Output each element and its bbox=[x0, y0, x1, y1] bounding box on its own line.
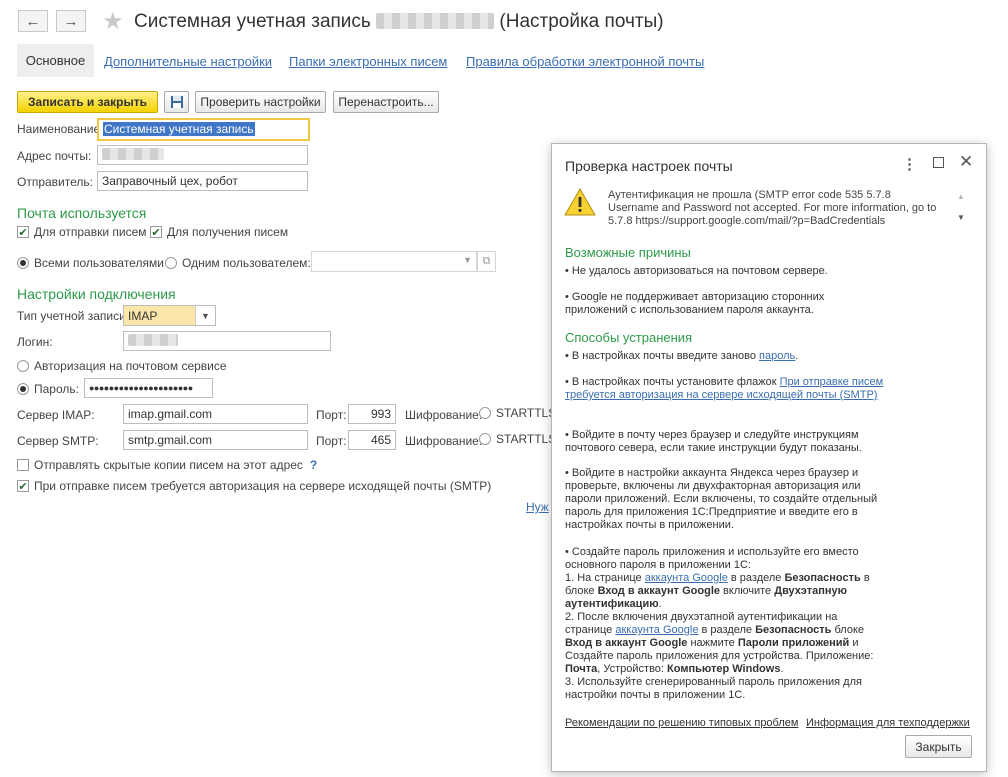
reconfigure-button[interactable]: Перенастроить... bbox=[333, 91, 439, 113]
fix-2: • В настройках почты установите флажок П… bbox=[565, 376, 884, 401]
check-settings-button[interactable]: Проверить настройки bbox=[195, 91, 326, 113]
user-select[interactable]: ▼ bbox=[311, 251, 477, 272]
password-link[interactable]: пароль bbox=[759, 350, 795, 362]
tab-additional-settings[interactable]: Дополнительные настройки bbox=[104, 54, 272, 69]
open-window-icon: ⧉ bbox=[482, 255, 491, 267]
name-label: Наименование: bbox=[17, 122, 104, 136]
dropdown-arrow-icon[interactable]: ▼ bbox=[463, 255, 472, 265]
checkbox-checked-icon[interactable]: ✔ bbox=[17, 226, 29, 239]
hidden-copies-option[interactable]: Отправлять скрытые копии писем на этот а… bbox=[17, 458, 317, 472]
tab-email-folders[interactable]: Папки электронных писем bbox=[289, 54, 447, 69]
dialog-title: Проверка настроек почты bbox=[565, 158, 733, 174]
fix-4: • Войдите в настройки аккаунта Яндекса ч… bbox=[565, 467, 878, 531]
smtp-port-input[interactable]: 465 bbox=[348, 430, 396, 450]
redacted-login bbox=[128, 334, 178, 346]
sender-input[interactable]: Заправочный цех, робот bbox=[97, 171, 308, 191]
fix-3: • Войдите в почту через браузер и следуй… bbox=[565, 429, 862, 454]
checkbox-checked-icon[interactable]: ✔ bbox=[17, 480, 29, 493]
radio-empty-icon[interactable] bbox=[165, 257, 177, 269]
close-button[interactable]: Закрыть bbox=[905, 735, 972, 758]
fix-5-intro: • Создайте пароль приложения и используй… bbox=[565, 546, 859, 571]
imap-label: Сервер IMAP: bbox=[17, 408, 95, 422]
smtp-port-label: Порт: bbox=[316, 434, 347, 448]
forward-button[interactable]: → bbox=[56, 10, 86, 32]
google-account-link[interactable]: аккаунта Google bbox=[645, 572, 728, 584]
imap-port-input[interactable]: 993 bbox=[348, 404, 396, 424]
back-button[interactable]: ← bbox=[18, 10, 48, 32]
radio-empty-icon[interactable] bbox=[17, 360, 29, 372]
email-label: Адрес почты: bbox=[17, 149, 92, 163]
password-input[interactable]: ●●●●●●●●●●●●●●●●●●●●● bbox=[84, 378, 213, 398]
fix-1: • В настройках почты введите заново паро… bbox=[565, 350, 799, 362]
radio-selected-icon[interactable] bbox=[17, 383, 29, 395]
fix-5-step-3: 3. Используйте сгенерированный пароль пр… bbox=[565, 676, 862, 701]
title-suffix: (Настройка почты) bbox=[499, 11, 664, 32]
window-title: Системная учетная запись (Настройка почт… bbox=[134, 11, 664, 33]
all-users-option[interactable]: Всеми пользователями bbox=[17, 256, 164, 270]
partial-link[interactable]: Нуж bbox=[526, 500, 549, 514]
mail-check-dialog: Проверка настроек почты ⋮ ✕ Аутентификац… bbox=[551, 143, 987, 772]
account-type-select[interactable]: IMAP ▼ bbox=[123, 305, 216, 326]
imap-port-label: Порт: bbox=[316, 408, 347, 422]
typical-problems-link[interactable]: Рекомендации по решению типовых проблем bbox=[565, 717, 798, 730]
redacted-email bbox=[102, 148, 164, 160]
auth-service-option[interactable]: Авторизация на почтовом сервисе bbox=[17, 359, 227, 373]
title-prefix: Системная учетная запись bbox=[134, 11, 371, 32]
imap-encryption-label: Шифрование: bbox=[405, 408, 483, 422]
scroll-down-icon[interactable]: ▼ bbox=[957, 213, 965, 222]
cause-2: • Google не поддерживает авторизацию сто… bbox=[565, 291, 825, 316]
google-account-link[interactable]: аккаунта Google bbox=[615, 624, 698, 636]
smtp-encryption-label: Шифрование: bbox=[405, 434, 483, 448]
smtp-label: Сервер SMTP: bbox=[17, 434, 99, 448]
floppy-disk-icon bbox=[170, 96, 183, 108]
dropdown-arrow-icon[interactable]: ▼ bbox=[195, 306, 215, 325]
redacted-account-name bbox=[376, 13, 495, 29]
error-message: Аутентификация не прошла (SMTP error cod… bbox=[608, 189, 937, 227]
arrow-left-icon: ← bbox=[25, 12, 41, 30]
one-user-option[interactable]: Одним пользователем: bbox=[165, 256, 311, 270]
radio-empty-icon[interactable] bbox=[479, 433, 491, 445]
fix-5-step-2: 2. После включения двухэтапной аутентифи… bbox=[565, 611, 874, 675]
name-input-value: Системная учетная запись bbox=[103, 122, 255, 136]
checkbox-empty-icon[interactable] bbox=[17, 459, 29, 471]
imap-server-input[interactable]: imap.gmail.com bbox=[123, 404, 308, 424]
email-input[interactable] bbox=[97, 145, 308, 165]
connection-section-header: Настройки подключения bbox=[17, 286, 176, 302]
checkbox-checked-icon[interactable]: ✔ bbox=[150, 226, 162, 239]
fix-5-step-1: 1. На странице аккаунта Google в разделе… bbox=[565, 572, 870, 610]
causes-header: Возможные причины bbox=[565, 245, 691, 260]
save-and-close-button[interactable]: Записать и закрыть bbox=[17, 91, 158, 113]
password-option[interactable]: Пароль: bbox=[17, 382, 79, 396]
smtp-starttls-option[interactable]: STARTTLS bbox=[479, 432, 556, 446]
radio-empty-icon[interactable] bbox=[479, 407, 491, 419]
tab-email-rules[interactable]: Правила обработки электронной почты bbox=[466, 54, 704, 69]
name-input[interactable]: Системная учетная запись bbox=[97, 118, 310, 141]
radio-selected-icon[interactable] bbox=[17, 257, 29, 269]
sender-label: Отправитель: bbox=[17, 175, 93, 189]
scroll-up-icon[interactable]: ▲ bbox=[957, 192, 965, 201]
imap-starttls-option[interactable]: STARTTLS bbox=[479, 406, 556, 420]
save-button[interactable] bbox=[164, 91, 189, 113]
fix-header: Способы устранения bbox=[565, 330, 693, 345]
maximize-icon[interactable] bbox=[933, 157, 944, 168]
account-type-label: Тип учетной записи: bbox=[17, 309, 130, 323]
usage-section-header: Почта используется bbox=[17, 205, 147, 221]
favorite-star-icon[interactable]: ★ bbox=[102, 7, 124, 36]
close-icon[interactable]: ✕ bbox=[959, 152, 973, 172]
smtp-server-input[interactable]: smtp.gmail.com bbox=[123, 430, 308, 450]
arrow-right-icon: → bbox=[63, 12, 79, 30]
cause-1: • Не удалось авторизоваться на почтовом … bbox=[565, 265, 828, 277]
help-icon[interactable]: ? bbox=[310, 458, 317, 472]
more-menu-icon[interactable]: ⋮ bbox=[902, 155, 917, 173]
smtp-auth-option[interactable]: ✔ При отправке писем требуется авторизац… bbox=[17, 479, 491, 493]
tab-main[interactable]: Основное bbox=[17, 44, 94, 77]
login-label: Логин: bbox=[17, 335, 53, 349]
warning-icon bbox=[564, 188, 596, 216]
open-user-button[interactable]: ⧉ bbox=[477, 251, 496, 272]
support-info-link[interactable]: Информация для техподдержки bbox=[806, 717, 970, 730]
for-receiving-option[interactable]: ✔ Для получения писем bbox=[150, 225, 288, 239]
login-input[interactable] bbox=[123, 331, 331, 351]
for-sending-option[interactable]: ✔ Для отправки писем bbox=[17, 225, 147, 239]
